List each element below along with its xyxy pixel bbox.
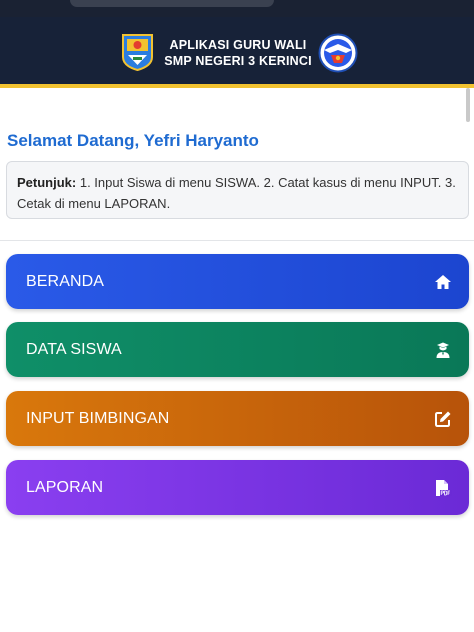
menu-button-label: BERANDA <box>26 272 105 290</box>
welcome-heading: Selamat Datang, Yefri Haryanto <box>7 131 259 150</box>
instructions-text: 1. Input Siswa di menu SISWA. 2. Catat k… <box>17 175 456 211</box>
edit-icon <box>434 410 452 428</box>
menu-button-input-bimbingan[interactable]: INPUT BIMBINGAN <box>6 391 469 446</box>
status-bar <box>0 0 474 17</box>
app-title: APLIKASI GURU WALI SMP NEGERI 3 KERINCI <box>160 37 316 69</box>
menu-button-laporan[interactable]: LAPORAN <box>6 460 469 515</box>
menu-button-label: LAPORAN <box>26 478 104 496</box>
home-icon <box>434 273 452 291</box>
menu-button-label: INPUT BIMBINGAN <box>26 409 170 427</box>
regency-emblem-logo <box>121 33 154 72</box>
student-icon <box>434 341 452 359</box>
scrollbar-thumb[interactable] <box>466 88 470 122</box>
app-title-line2: SMP NEGERI 3 KERINCI <box>164 54 312 68</box>
app-header: APLIKASI GURU WALI SMP NEGERI 3 KERINCI <box>0 17 474 88</box>
school-emblem-logo <box>318 33 358 73</box>
instructions-box: Petunjuk: 1. Input Siswa di menu SISWA. … <box>6 161 469 219</box>
app-title-line1: APLIKASI GURU WALI <box>169 38 307 52</box>
instructions-label: Petunjuk: <box>17 175 77 190</box>
menu-button-label: DATA SISWA <box>26 340 122 358</box>
divider <box>0 240 474 241</box>
status-pill <box>70 0 274 7</box>
menu-button-data-siswa[interactable]: DATA SISWA <box>6 322 469 377</box>
pdf-file-icon <box>434 479 452 497</box>
menu-button-beranda[interactable]: BERANDA <box>6 254 469 309</box>
